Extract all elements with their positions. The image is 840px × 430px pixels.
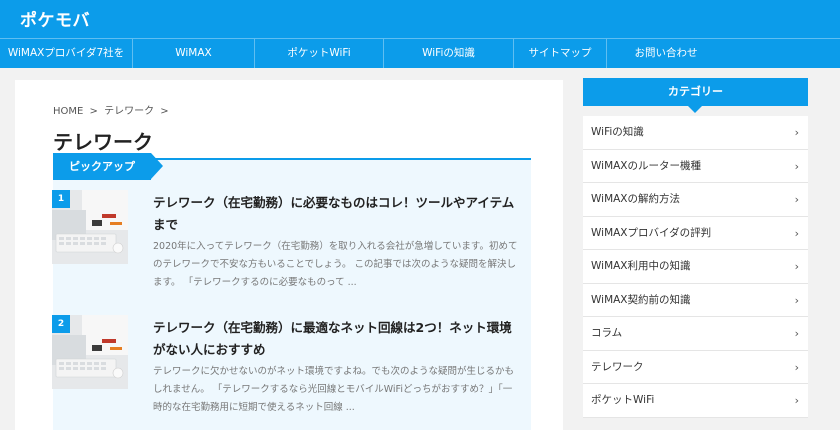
category-label: WiMAX利用中の知識	[591, 260, 691, 272]
chevron-right-icon: ›	[794, 394, 799, 407]
chevron-right-icon: ›	[794, 293, 799, 307]
breadcrumb: HOME > テレワーク >	[53, 102, 172, 117]
global-nav: WiMAXプロバイダ7社を WiMAX ポケットWiFi WiFiの知識 サイト…	[0, 38, 840, 68]
category-item-telework[interactable]: テレワーク ›	[583, 351, 808, 384]
chevron-right-icon: ›	[794, 226, 799, 240]
nav-item-wimax-providers[interactable]: WiMAXプロバイダ7社を	[0, 39, 133, 68]
category-label: WiMAXの解約方法	[591, 193, 681, 205]
category-label: コラム	[591, 327, 623, 339]
category-item-column[interactable]: コラム ›	[583, 317, 808, 351]
breadcrumb-separator: >	[160, 106, 169, 117]
category-label: ポケットWiFi	[591, 394, 655, 406]
breadcrumb-current[interactable]: テレワーク	[104, 106, 154, 117]
breadcrumb-home[interactable]: HOME	[53, 106, 83, 117]
site-logo[interactable]: ポケモバ	[20, 6, 90, 31]
category-item-wimax-cancel[interactable]: WiMAXの解約方法 ›	[583, 183, 808, 217]
nav-item-sitemap[interactable]: サイトマップ	[514, 39, 607, 68]
category-label: WiFiの知識	[591, 126, 644, 138]
category-item-wimax-routers[interactable]: WiMAXのルーター機種 ›	[583, 150, 808, 183]
category-item-wimax-pre-contract[interactable]: WiMAX契約前の知識 ›	[583, 284, 808, 317]
category-item-wimax-in-use[interactable]: WiMAX利用中の知識 ›	[583, 250, 808, 284]
nav-item-pocket-wifi[interactable]: ポケットWiFi	[255, 39, 384, 68]
breadcrumb-separator: >	[89, 106, 98, 117]
category-item-pocket-wifi[interactable]: ポケットWiFi ›	[583, 384, 808, 418]
site-header: ポケモバ	[0, 0, 840, 38]
nav-item-wimax[interactable]: WiMAX	[133, 39, 255, 68]
sidebar: カテゴリー WiFiの知識 › WiMAXのルーター機種 › WiMAXの解約方法 ›…	[583, 78, 808, 418]
category-item-provider-reviews[interactable]: WiMAXプロバイダの評判 ›	[583, 217, 808, 250]
category-heading: カテゴリー	[583, 78, 808, 113]
category-label: WiMAXプロバイダの評判	[591, 226, 712, 239]
chevron-right-icon: ›	[794, 193, 799, 206]
article-card-2[interactable]: 2 テレワーク（在宅勤務）に最適なネット回線は2つ！ネット環境がない人におすすめ…	[52, 315, 517, 415]
category-label: WiMAX契約前の知識	[591, 293, 691, 306]
category-label: WiMAXのルーター機種	[591, 159, 702, 172]
category-label: テレワーク	[591, 360, 644, 373]
nav-item-contact[interactable]: お問い合わせ	[607, 39, 725, 68]
chevron-right-icon: ›	[794, 360, 799, 374]
article-rank-badge: 1	[52, 190, 70, 208]
chevron-right-icon: ›	[794, 126, 799, 139]
category-item-wifi-knowledge[interactable]: WiFiの知識 ›	[583, 116, 808, 150]
chevron-right-icon: ›	[794, 159, 799, 173]
article-rank-badge: 2	[52, 315, 70, 333]
pickup-label: ピックアップ	[53, 153, 163, 180]
article-card-1[interactable]: 1 テレワーク（在宅勤務）に必要なものはコレ！ツールやアイテムまで 2020年に…	[52, 190, 517, 290]
article-thumbnail[interactable]: 1	[52, 190, 128, 264]
category-list: WiFiの知識 › WiMAXのルーター機種 › WiMAXの解約方法 › WiMAX…	[583, 116, 808, 418]
article-title[interactable]: テレワーク（在宅勤務）に最適なネット回線は2つ！ネット環境がない人におすすめ	[153, 317, 518, 361]
article-title[interactable]: テレワーク（在宅勤務）に必要なものはコレ！ツールやアイテムまで	[153, 192, 518, 236]
chevron-right-icon: ›	[794, 260, 799, 273]
article-excerpt: 2020年に入ってテレワーク（在宅勤務）を取り入れる会社が急増しています。初めて…	[153, 241, 518, 288]
article-excerpt: テレワークに欠かせないのがネット環境ですよね。でも次のような疑問が生じるかもしれ…	[153, 366, 515, 413]
page-title: テレワーク	[53, 130, 153, 154]
article-thumbnail[interactable]: 2	[52, 315, 128, 389]
chevron-right-icon: ›	[794, 327, 799, 340]
nav-item-wifi-knowledge[interactable]: WiFiの知識	[384, 39, 514, 68]
